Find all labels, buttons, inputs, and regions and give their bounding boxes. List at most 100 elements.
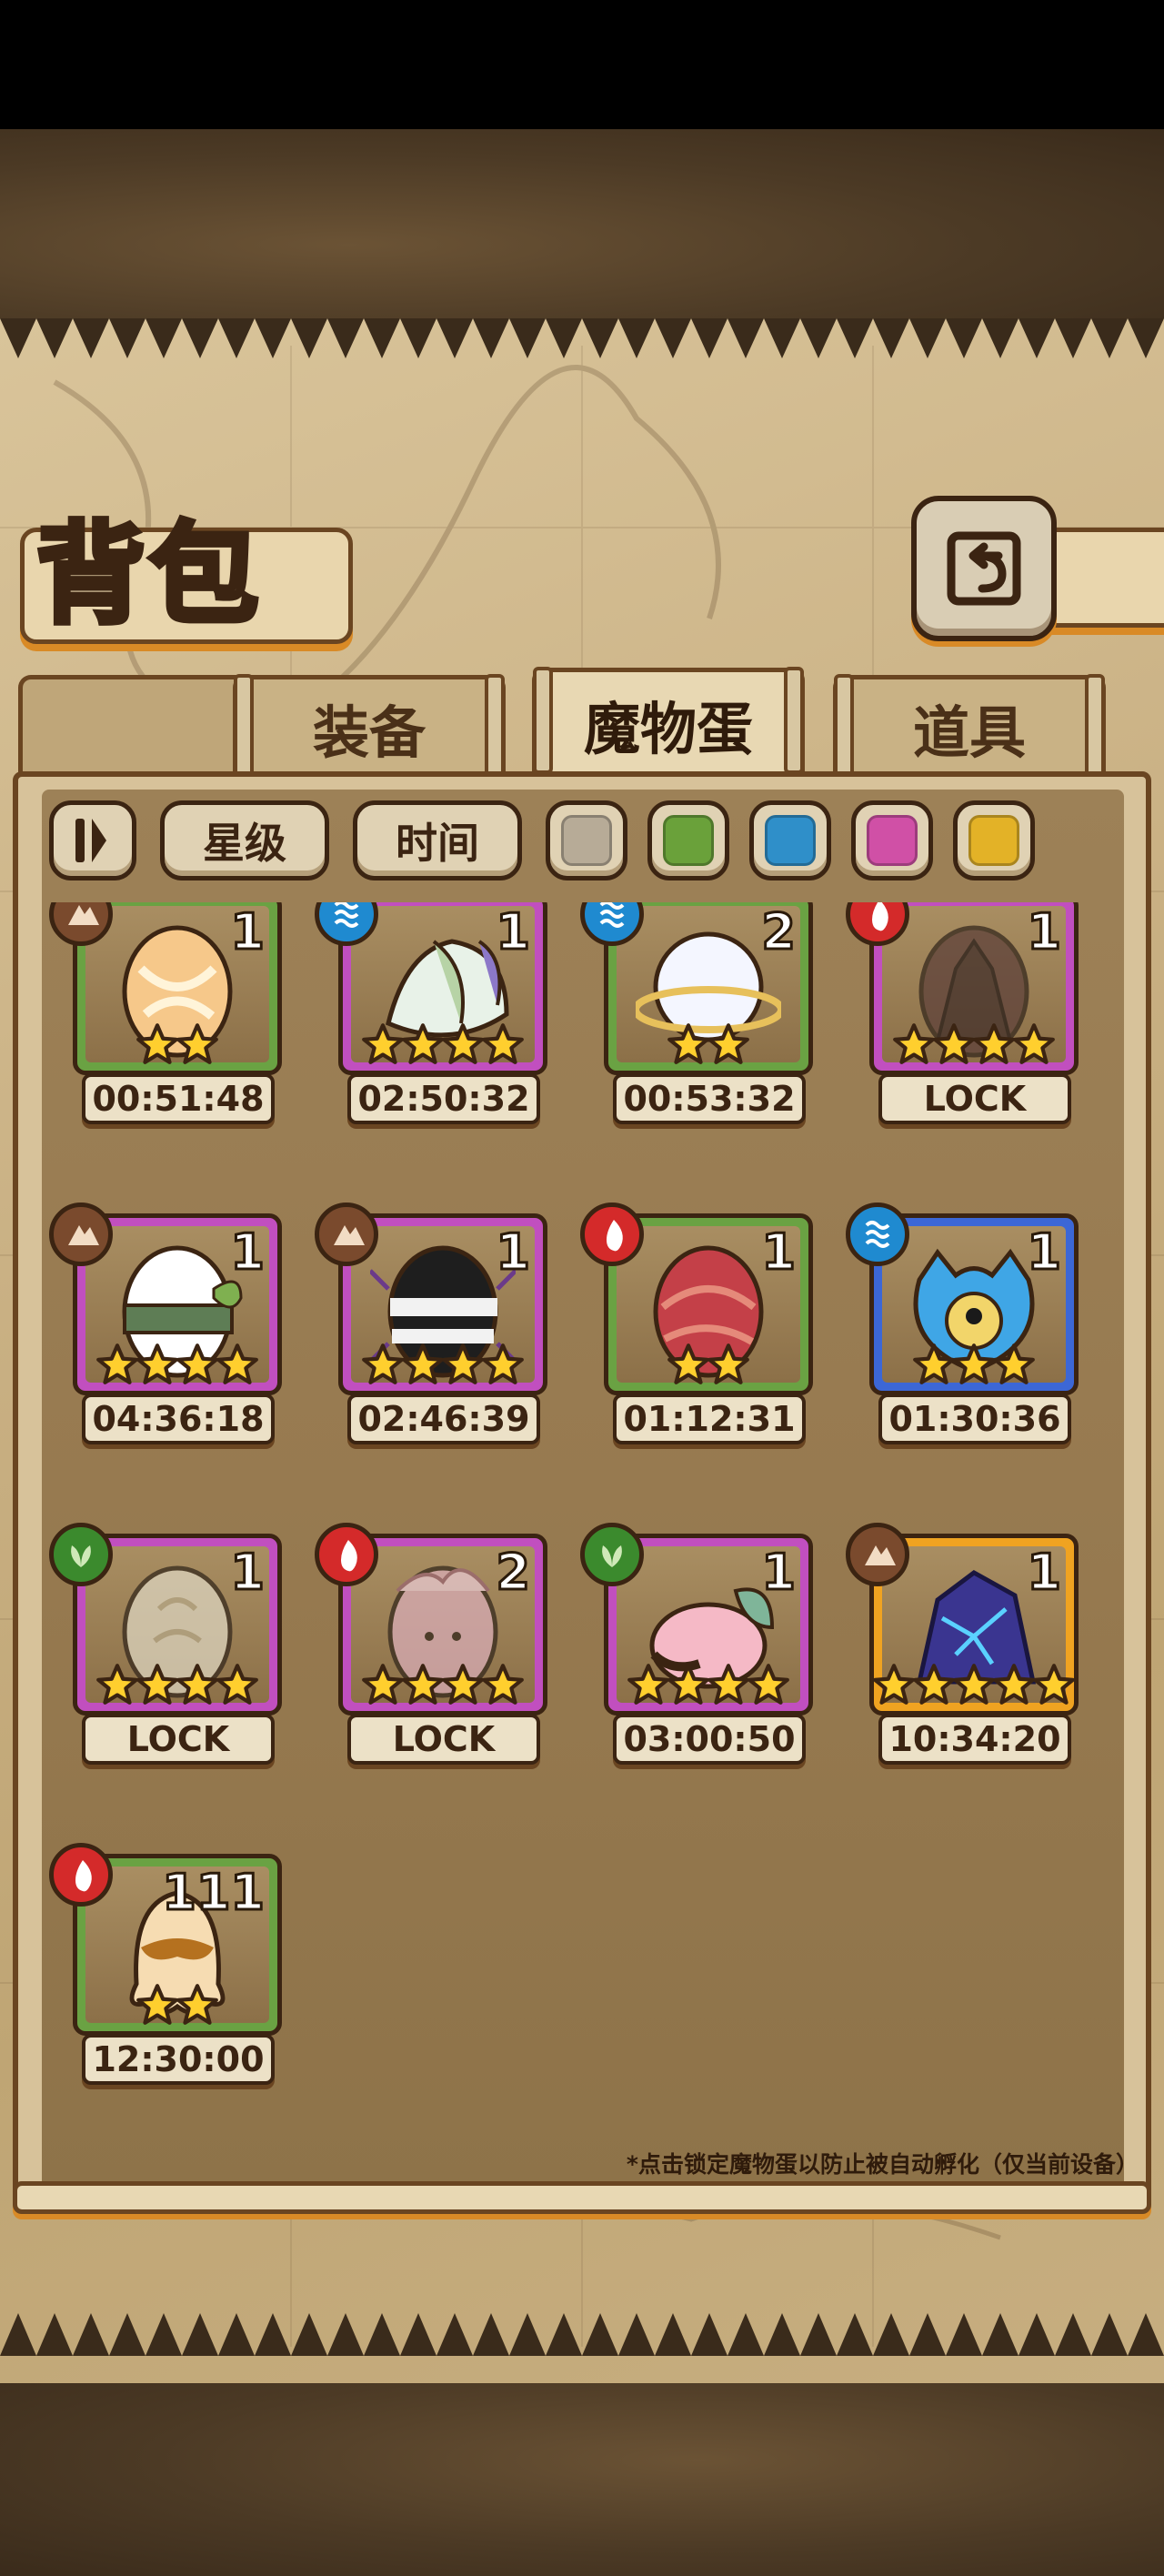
star-icon xyxy=(215,1662,260,1707)
hatch-timer[interactable]: 03:00:50 xyxy=(613,1714,806,1765)
filter-green-button[interactable] xyxy=(647,800,729,880)
return-icon xyxy=(947,531,1021,606)
star-icon xyxy=(440,1342,486,1387)
hatch-timer[interactable]: 12:30:00 xyxy=(82,2034,275,2085)
earth-element-icon xyxy=(846,1523,909,1586)
hatch-timer[interactable]: 01:30:36 xyxy=(878,1394,1071,1444)
page-title: 背包 xyxy=(34,508,262,641)
zigzag-border-bottom xyxy=(0,2313,1164,2356)
star-icon xyxy=(931,1021,977,1067)
filter-purple-button[interactable] xyxy=(851,800,933,880)
filter-blue-button[interactable] xyxy=(749,800,831,880)
egg-slot[interactable]: 1 LOCK xyxy=(49,1523,286,1770)
star-icon xyxy=(991,1662,1037,1707)
star-icon xyxy=(95,1662,140,1707)
lock-toggle[interactable]: LOCK xyxy=(82,1714,275,1765)
status-bar-area xyxy=(0,0,1164,129)
star-rating xyxy=(338,1017,547,1072)
filter-row: 星级 时间 xyxy=(49,800,1122,888)
tab-items[interactable]: 道具 xyxy=(833,674,1106,781)
earth-element-icon xyxy=(315,1202,378,1266)
tab-post xyxy=(485,674,505,781)
background-map-lower xyxy=(0,2383,1164,2576)
hatch-timer[interactable]: 10:34:20 xyxy=(878,1714,1071,1765)
color-swatch xyxy=(867,815,918,866)
star-icon xyxy=(746,1662,791,1707)
star-icon xyxy=(480,1342,526,1387)
tab-spacer xyxy=(18,675,246,775)
tab-equipment[interactable]: 装备 xyxy=(233,674,506,781)
hatch-timer[interactable]: 04:36:18 xyxy=(82,1394,275,1444)
star-rating xyxy=(604,1337,813,1392)
egg-count: 1 xyxy=(229,903,266,961)
back-button[interactable] xyxy=(911,496,1057,641)
lock-toggle[interactable]: LOCK xyxy=(347,1714,540,1765)
hatch-timer[interactable]: 00:51:48 xyxy=(82,1073,275,1124)
star-rating xyxy=(73,1977,282,2032)
tab-label: 装备 xyxy=(312,699,426,766)
tab-label: 魔物蛋 xyxy=(583,695,753,762)
color-swatch xyxy=(765,815,816,866)
tab-monster-eggs[interactable]: 魔物蛋 xyxy=(532,667,805,775)
egg-count: 1 xyxy=(495,903,532,961)
fire-element-icon xyxy=(49,1843,113,1907)
star-rating xyxy=(869,1337,1079,1392)
star-icon xyxy=(360,1342,406,1387)
star-icon xyxy=(666,1021,711,1067)
star-icon xyxy=(971,1021,1017,1067)
egg-slot[interactable]: 1 01:12:31 xyxy=(580,1202,817,1450)
egg-slot[interactable]: 2 00:53:32 xyxy=(580,902,817,1130)
tab-post xyxy=(533,667,553,774)
star-rating xyxy=(73,1337,282,1392)
sort-by-time-button[interactable]: 时间 xyxy=(353,800,522,880)
star-icon xyxy=(1031,1662,1077,1707)
star-icon xyxy=(400,1662,446,1707)
star-icon xyxy=(666,1662,711,1707)
egg-slot[interactable]: 1 03:00:50 xyxy=(580,1523,817,1770)
star-icon xyxy=(135,1662,180,1707)
star-icon xyxy=(175,1021,220,1067)
star-icon xyxy=(135,1982,180,2028)
filter-orange-button[interactable] xyxy=(953,800,1035,880)
egg-slot[interactable]: 1 02:50:32 xyxy=(315,902,551,1130)
hatch-timer[interactable]: 02:46:39 xyxy=(347,1394,540,1444)
hatch-timer[interactable]: 02:50:32 xyxy=(347,1073,540,1124)
hatch-timer[interactable]: 01:12:31 xyxy=(613,1394,806,1444)
egg-count: 2 xyxy=(760,903,798,961)
filter-grey-button[interactable] xyxy=(546,800,627,880)
lock-toggle[interactable]: LOCK xyxy=(878,1073,1071,1124)
star-icon xyxy=(95,1342,140,1387)
sort-order-button[interactable] xyxy=(49,800,136,880)
egg-slot[interactable]: 2 LOCK xyxy=(315,1523,551,1770)
egg-slot[interactable]: 1 01:30:36 xyxy=(846,1202,1082,1450)
egg-slot[interactable]: 1 00:51:48 xyxy=(49,902,286,1130)
star-icon xyxy=(135,1342,180,1387)
sort-by-star-button[interactable]: 星级 xyxy=(160,800,329,880)
star-rating xyxy=(604,1657,813,1712)
egg-count: 1 xyxy=(760,1544,798,1601)
star-icon xyxy=(951,1662,997,1707)
star-icon xyxy=(400,1342,446,1387)
star-icon xyxy=(440,1662,486,1707)
star-icon xyxy=(706,1342,751,1387)
star-icon xyxy=(400,1021,446,1067)
egg-count: 1 xyxy=(229,1544,266,1601)
star-icon xyxy=(951,1342,997,1387)
egg-count: 1 xyxy=(1026,1544,1063,1601)
star-icon xyxy=(911,1342,957,1387)
egg-slot[interactable]: 111 12:30:00 xyxy=(49,1843,286,2090)
egg-slot[interactable]: 1 04:36:18 xyxy=(49,1202,286,1450)
egg-slot[interactable]: 1 LOCK xyxy=(846,902,1082,1130)
egg-count: 1 xyxy=(760,1223,798,1281)
tab-post xyxy=(234,674,254,781)
star-rating xyxy=(338,1657,547,1712)
egg-slot[interactable]: 1 10:34:20 xyxy=(846,1523,1082,1770)
star-icon xyxy=(891,1021,937,1067)
fire-element-icon xyxy=(580,1202,644,1266)
hatch-timer[interactable]: 00:53:32 xyxy=(613,1073,806,1124)
color-swatch xyxy=(968,815,1019,866)
star-rating xyxy=(338,1337,547,1392)
egg-slot[interactable]: 1 02:46:39 xyxy=(315,1202,551,1450)
grass-element-icon xyxy=(49,1523,113,1586)
tab-label: 道具 xyxy=(912,699,1026,766)
